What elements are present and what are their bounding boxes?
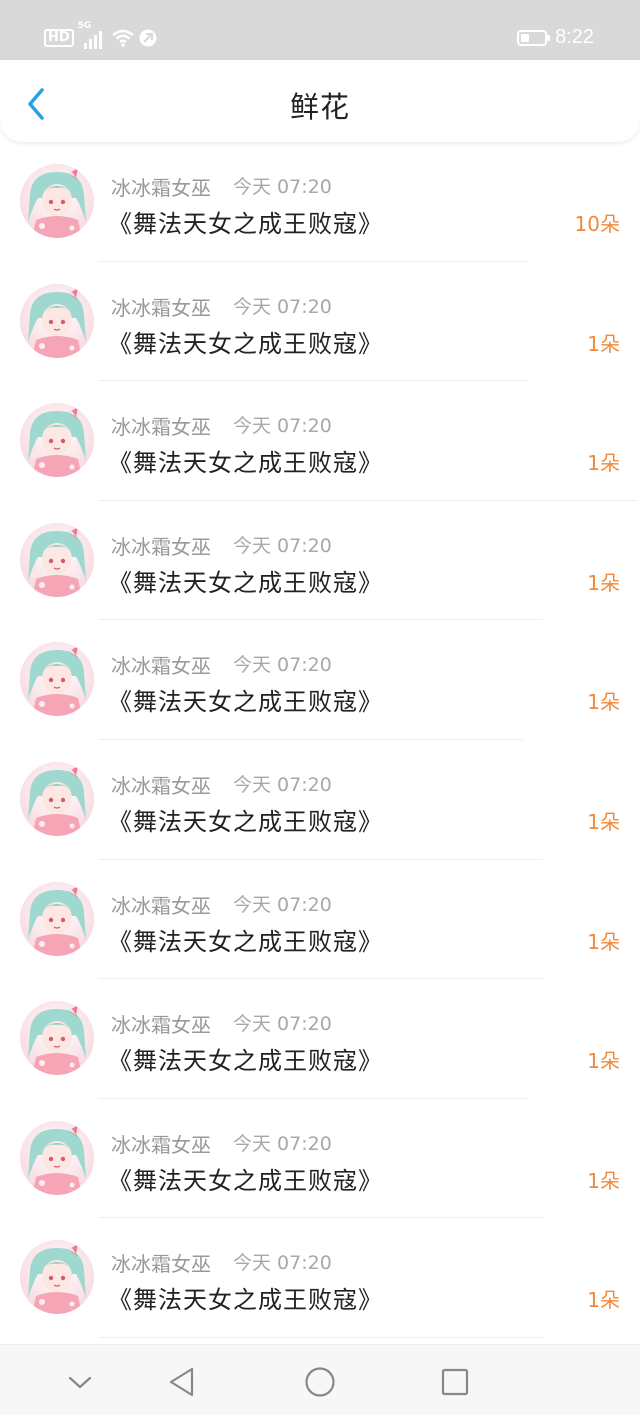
flower-list-item[interactable]: 冰冰霜女巫 今天 07:20 《舞法天女之成王败寇》 10朵 bbox=[0, 142, 640, 262]
home-circle-icon bbox=[305, 1367, 335, 1397]
status-bar: HD 5G 8:22 bbox=[0, 0, 640, 60]
flower-count: 1朵 bbox=[587, 929, 620, 954]
flower-count: 10朵 bbox=[574, 212, 620, 236]
book-title[interactable]: 《舞法天女之成王败寇》 bbox=[108, 922, 383, 957]
flower-count: 1朵 bbox=[587, 451, 620, 476]
collapse-button[interactable] bbox=[63, 1365, 97, 1399]
sender-name[interactable]: 冰冰霜女巫 bbox=[111, 650, 211, 679]
flower-count: 1朵 bbox=[587, 1168, 620, 1193]
timestamp: 今天 07:20 bbox=[233, 893, 332, 916]
timestamp: 今天 07:20 bbox=[233, 534, 332, 557]
avatar-image bbox=[20, 1001, 94, 1076]
flower-count: 1朵 bbox=[587, 570, 620, 595]
timestamp: 今天 07:20 bbox=[233, 1013, 332, 1036]
timestamp: 今天 07:20 bbox=[233, 654, 332, 677]
avatar-image bbox=[20, 761, 94, 836]
recents-square-icon bbox=[441, 1368, 469, 1396]
flower-list-item[interactable]: 冰冰霜女巫 今天 07:20 《舞法天女之成王败寇》 1朵 bbox=[0, 620, 640, 740]
status-right: 8:22 bbox=[517, 26, 594, 49]
flower-list-item[interactable]: 冰冰霜女巫 今天 07:20 《舞法天女之成王败寇》 1朵 bbox=[0, 1099, 640, 1219]
avatar-image bbox=[20, 164, 94, 238]
header: 鲜花 bbox=[0, 60, 640, 142]
sender-name[interactable]: 冰冰霜女巫 bbox=[111, 1248, 211, 1277]
chevron-down-icon bbox=[68, 1376, 92, 1389]
book-title[interactable]: 《舞法天女之成王败寇》 bbox=[108, 802, 383, 837]
status-time: 8:22 bbox=[555, 26, 594, 48]
timestamp: 今天 07:20 bbox=[233, 295, 332, 318]
system-nav-bar bbox=[0, 1344, 640, 1415]
network-type-label: 5G bbox=[77, 21, 92, 31]
sender-name[interactable]: 冰冰霜女巫 bbox=[111, 1009, 211, 1038]
sender-name[interactable]: 冰冰霜女巫 bbox=[111, 172, 211, 201]
avatar[interactable] bbox=[20, 283, 94, 358]
sender-name[interactable]: 冰冰霜女巫 bbox=[111, 531, 211, 560]
divider bbox=[98, 1336, 543, 1338]
avatar-image bbox=[20, 881, 94, 956]
data-saver-icon bbox=[139, 29, 157, 47]
page-title: 鲜花 bbox=[289, 90, 350, 124]
sender-name[interactable]: 冰冰霜女巫 bbox=[111, 770, 211, 799]
hd-badge: HD bbox=[44, 29, 74, 47]
back-triangle-icon bbox=[169, 1367, 194, 1397]
avatar[interactable] bbox=[20, 164, 94, 238]
avatar-image bbox=[20, 1240, 94, 1315]
flower-list-item[interactable]: 冰冰霜女巫 今天 07:20 《舞法天女之成王败寇》 1朵 bbox=[0, 740, 640, 860]
sender-name[interactable]: 冰冰霜女巫 bbox=[111, 292, 211, 321]
book-title[interactable]: 《舞法天女之成王败寇》 bbox=[108, 1041, 383, 1076]
flower-list-item[interactable]: 冰冰霜女巫 今天 07:20 《舞法天女之成王败寇》 1朵 bbox=[0, 979, 640, 1099]
flower-count: 1朵 bbox=[587, 331, 620, 356]
sender-name[interactable]: 冰冰霜女巫 bbox=[111, 890, 211, 919]
book-title[interactable]: 《舞法天女之成王败寇》 bbox=[108, 682, 383, 717]
avatar[interactable] bbox=[20, 522, 94, 597]
avatar[interactable] bbox=[20, 1120, 94, 1195]
avatar-image bbox=[20, 522, 94, 597]
timestamp: 今天 07:20 bbox=[233, 176, 332, 198]
sender-name[interactable]: 冰冰霜女巫 bbox=[111, 411, 211, 440]
timestamp: 今天 07:20 bbox=[233, 1252, 332, 1275]
flower-count: 1朵 bbox=[587, 690, 620, 715]
flower-list-item[interactable]: 冰冰霜女巫 今天 07:20 《舞法天女之成王败寇》 1朵 bbox=[0, 501, 640, 621]
avatar[interactable] bbox=[20, 761, 94, 836]
timestamp: 今天 07:20 bbox=[233, 1132, 332, 1155]
flower-list-item[interactable]: 冰冰霜女巫 今天 07:20 《舞法天女之成王败寇》 1朵 bbox=[0, 381, 640, 501]
book-title[interactable]: 《舞法天女之成王败寇》 bbox=[108, 1161, 383, 1196]
nav-back-button[interactable] bbox=[165, 1365, 199, 1399]
avatar[interactable] bbox=[20, 642, 94, 717]
flower-list-item[interactable]: 冰冰霜女巫 今天 07:20 《舞法天女之成王败寇》 1朵 bbox=[0, 860, 640, 980]
network-indicators: HD 5G bbox=[44, 21, 158, 53]
avatar-image bbox=[20, 403, 94, 478]
flower-list-item[interactable]: 冰冰霜女巫 今天 07:20 《舞法天女之成王败寇》 1朵 bbox=[0, 262, 640, 382]
battery-icon bbox=[517, 29, 551, 46]
avatar-image bbox=[20, 1120, 94, 1195]
battery-level-fill bbox=[521, 33, 530, 42]
book-title[interactable]: 《舞法天女之成王败寇》 bbox=[108, 563, 383, 598]
flower-count: 1朵 bbox=[587, 1049, 620, 1074]
flower-count: 1朵 bbox=[587, 1288, 620, 1313]
avatar-image bbox=[20, 642, 94, 717]
avatar[interactable] bbox=[20, 1240, 94, 1315]
avatar[interactable] bbox=[20, 881, 94, 956]
flower-count: 1朵 bbox=[587, 809, 620, 834]
sender-name[interactable]: 冰冰霜女巫 bbox=[111, 1129, 211, 1158]
book-title[interactable]: 《舞法天女之成王败寇》 bbox=[108, 324, 383, 359]
avatar[interactable] bbox=[20, 1001, 94, 1076]
timestamp: 今天 07:20 bbox=[233, 773, 332, 796]
avatar[interactable] bbox=[20, 403, 94, 478]
wifi-icon bbox=[111, 29, 134, 47]
book-title[interactable]: 《舞法天女之成王败寇》 bbox=[108, 1280, 383, 1315]
avatar-image bbox=[20, 283, 94, 358]
signal-icon: 5G bbox=[78, 21, 108, 49]
nav-recents-button[interactable] bbox=[438, 1365, 472, 1399]
book-title[interactable]: 《舞法天女之成王败寇》 bbox=[108, 204, 383, 239]
flower-list: 冰冰霜女巫 今天 07:20 《舞法天女之成王败寇》 10朵 冰冰霜女巫 今天 … bbox=[0, 142, 640, 1338]
flower-list-item[interactable]: 冰冰霜女巫 今天 07:20 《舞法天女之成王败寇》 1朵 bbox=[0, 1218, 640, 1338]
nav-home-button[interactable] bbox=[303, 1365, 337, 1399]
timestamp: 今天 07:20 bbox=[233, 415, 332, 438]
book-title[interactable]: 《舞法天女之成王败寇》 bbox=[108, 443, 383, 478]
